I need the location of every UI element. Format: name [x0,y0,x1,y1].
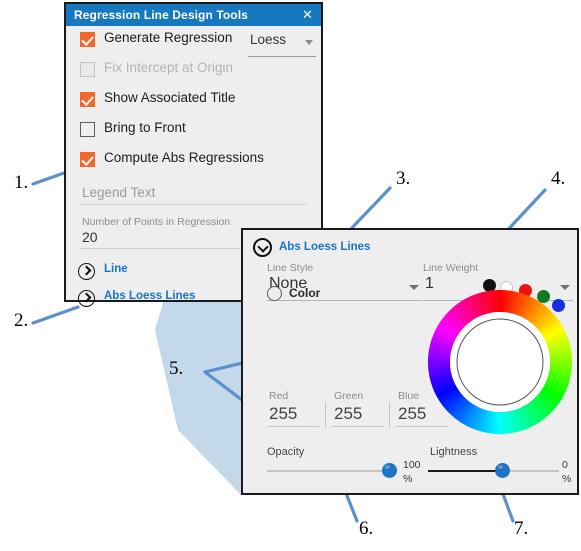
legend-text-placeholder: Legend Text [80,182,307,205]
label-generate-regression: Generate Regression [104,30,233,45]
line-weight-label: Line Weight [423,262,479,274]
checkbox-show-associated-title[interactable] [80,92,95,107]
page-title: Regression Line Design Tools [74,8,248,22]
chevron-right-circle-icon [78,263,95,280]
regression-type-value: Loess [250,32,287,47]
blue-label: Blue [398,390,420,402]
row-bring-to-front[interactable]: Bring to Front [66,116,321,146]
regression-type-dropdown[interactable]: Loess [248,32,316,57]
red-field[interactable]: Red 255 [267,390,319,427]
label-bring-to-front: Bring to Front [104,120,186,135]
row-show-associated-title[interactable]: Show Associated Title [66,86,321,116]
arrow-3 [346,186,392,234]
green-value[interactable]: 255 [332,404,384,426]
annotation-4: 4. [551,168,566,189]
lightness-thumb[interactable] [495,463,510,478]
label-fix-intercept-at-origin: Fix Intercept at Origin [104,60,234,75]
line-style-label: Line Style [267,262,314,274]
lightness-label: Lightness [430,446,478,458]
opacity-label: Opacity [267,446,305,458]
annotation-7: 7. [514,518,529,539]
radio-circle-icon [267,286,282,301]
chevron-right-circle-icon [78,290,95,307]
expander-abs-loess-lines-label: Abs Loess Lines [104,290,196,302]
annotation-3: 3. [396,168,411,189]
opacity-thumb[interactable] [382,463,397,478]
chevron-down-icon [305,40,313,45]
opacity-track[interactable] [267,470,395,472]
blue-value[interactable]: 255 [396,404,448,426]
lightness-track-filled[interactable] [428,470,503,472]
lightness-value: 0 [562,459,568,471]
blue-field[interactable]: Blue 255 [396,390,448,427]
label-compute-abs-regressions: Compute Abs Regressions [104,150,264,165]
checkbox-compute-abs-regressions[interactable] [80,152,95,167]
checkbox-fix-intercept-at-origin [80,62,95,77]
expander-line-label: Line [104,263,128,275]
green-field[interactable]: Green 255 [332,390,384,427]
row-generate-regression[interactable]: Generate Regression Loess [66,26,321,57]
legend-text-field[interactable]: Legend Text [80,182,307,205]
red-value[interactable]: 255 [267,404,319,426]
opacity-value: 100 [403,459,421,471]
annotation-2: 2. [14,310,29,331]
lightness-unit: % [562,473,572,485]
abs-loess-lines-panel: Abs Loess Lines Line Style None Line Wei… [241,228,579,495]
annotation-5: 5. [169,358,184,379]
annotation-6: 6. [359,518,374,539]
label-show-associated-title: Show Associated Title [104,90,236,105]
chevron-down-circle-icon [253,238,272,257]
panel-title-bar: Regression Line Design Tools ✕ [66,4,321,26]
annotation-1: 1. [14,172,29,193]
field-divider-1 [325,402,326,428]
close-icon[interactable]: ✕ [302,4,313,26]
checkbox-bring-to-front[interactable] [80,122,95,137]
color-radio-label: Color [289,286,321,300]
number-of-points-label: Number of Points in Regression [82,216,231,228]
red-label: Red [269,390,289,402]
abs-loess-lines-header-label: Abs Loess Lines [279,241,371,253]
green-label: Green [334,390,364,402]
opacity-unit: % [403,473,413,485]
chevron-down-icon [409,285,419,290]
row-fix-intercept-at-origin: Fix Intercept at Origin [66,56,321,86]
checkbox-generate-regression[interactable] [80,32,95,47]
lightness-track-remainder[interactable] [503,470,559,472]
field-divider-2 [389,402,390,428]
row-compute-abs-regressions[interactable]: Compute Abs Regressions [66,146,321,176]
